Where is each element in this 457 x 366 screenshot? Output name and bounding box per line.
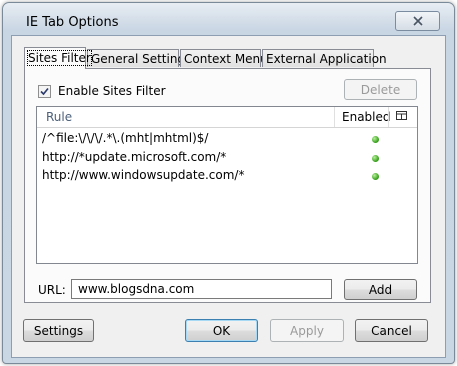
ok-button[interactable]: OK [185,319,258,342]
rule-text: http://www.windowsupdate.com/* [42,168,245,182]
rules-list[interactable]: Rule Enabled /^file:\/\/\/.*\.(mht|mhtml… [36,106,418,264]
rule-row[interactable]: http://*update.microsoft.com/* [42,150,226,166]
window-title: IE Tab Options [26,15,119,30]
checkmark-icon [40,87,49,96]
dialog-window: IE Tab Options Sites Filter General Sett… [2,2,455,364]
column-header-rule[interactable]: Rule [46,110,72,124]
enable-sites-filter-label[interactable]: Enable Sites Filter [58,84,166,98]
enable-sites-filter-checkbox[interactable] [38,85,51,98]
column-divider[interactable] [334,107,335,127]
enabled-indicator-icon[interactable] [372,136,379,143]
apply-button[interactable]: Apply [270,319,344,342]
rules-list-header: Rule Enabled [37,107,417,128]
add-button[interactable]: Add [344,279,417,300]
enabled-indicator-icon[interactable] [372,155,379,162]
rule-row[interactable]: http://www.windowsupdate.com/* [42,168,244,184]
tab-general-settings[interactable]: General Settings [87,49,191,67]
close-icon [412,16,423,26]
rule-row[interactable]: /^file:\/\/\/.*\.(mht|mhtml)$/ [42,131,208,147]
tab-sites-filter[interactable]: Sites Filter [24,47,92,69]
enabled-indicator-icon[interactable] [372,173,379,180]
rule-text: http://*update.microsoft.com/* [42,150,227,164]
tab-context-menu[interactable]: Context Menu [180,49,268,67]
column-header-enabled[interactable]: Enabled [342,110,391,124]
column-picker-icon[interactable] [396,111,407,122]
cancel-button[interactable]: Cancel [355,319,428,342]
tab-external-application[interactable]: External Application [262,49,387,67]
delete-button[interactable]: Delete [344,79,417,100]
rule-text: /^file:\/\/\/.*\.(mht|mhtml)$/ [42,131,209,145]
url-input[interactable] [71,279,332,299]
dialog-client-area: Sites Filter General Settings Context Me… [11,35,446,358]
close-button[interactable] [395,11,440,31]
url-label: URL: [38,283,66,297]
settings-button[interactable]: Settings [23,319,94,342]
column-divider[interactable] [388,107,389,127]
tab-label: Sites Filter [27,50,92,66]
